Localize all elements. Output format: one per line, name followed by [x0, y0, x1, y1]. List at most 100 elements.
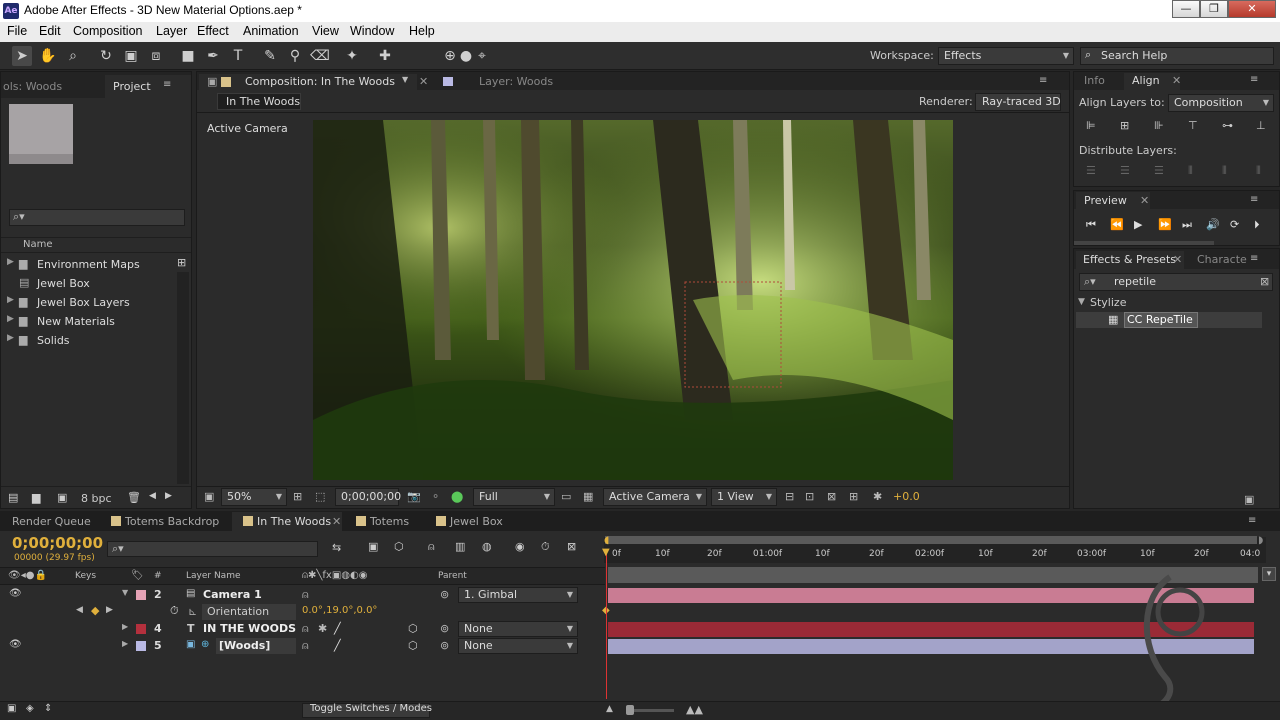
- property-row[interactable]: ◀ ◆ ▶ ⏱ ⊾ Orientation 0.0°,19.0°,0.0°: [0, 604, 605, 621]
- live-update-icon[interactable]: ▣: [368, 540, 378, 553]
- panel-menu-icon[interactable]: ≡: [1250, 74, 1258, 85]
- close-window-button[interactable]: ✕: [1228, 0, 1276, 18]
- panel-menu-icon[interactable]: ≡: [1039, 75, 1047, 86]
- new-bin-icon[interactable]: ▣: [1244, 493, 1254, 506]
- visibility-eye-icon[interactable]: 👁: [9, 588, 22, 599]
- expand-triangle-icon[interactable]: ▶: [7, 257, 14, 267]
- layer-label-color[interactable]: [136, 641, 146, 651]
- tab-character[interactable]: Characte: [1197, 253, 1247, 266]
- eraser-tool-icon[interactable]: ⌫: [310, 46, 330, 66]
- resolution-dropdown[interactable]: Full: [473, 488, 555, 506]
- list-item[interactable]: ▶ ▆ New Materials: [1, 313, 173, 331]
- close-tab-icon[interactable]: ✕: [1173, 253, 1182, 266]
- preview-scrollbar[interactable]: [1074, 241, 1214, 245]
- distribute-right-icon[interactable]: ⦀: [1256, 164, 1261, 178]
- tab-composition[interactable]: Composition: In The Woods: [245, 75, 395, 88]
- layer-row[interactable]: 👁 ▶ 5 ▣ ⊕ [Woods] ⍝ ╱ ⬡ ⊚ None: [0, 638, 605, 655]
- close-tab-icon[interactable]: ✕: [1172, 74, 1181, 87]
- effects-search-input[interactable]: [1079, 273, 1273, 291]
- show-snapshot-icon[interactable]: ⚬: [431, 490, 440, 503]
- align-right-icon[interactable]: ⊪: [1154, 119, 1164, 132]
- expand-triangle-icon[interactable]: ▶: [7, 333, 14, 343]
- scroll-left-icon[interactable]: ◀: [149, 491, 156, 501]
- align-bottom-icon[interactable]: ⊥: [1256, 119, 1266, 132]
- next-keyframe-icon[interactable]: ▶: [106, 605, 113, 615]
- zoom-in-timeline-icon[interactable]: ▲▲: [686, 703, 703, 716]
- work-area-bar[interactable]: [605, 536, 1257, 544]
- reset-exposure-icon[interactable]: ✱: [873, 490, 882, 503]
- bit-depth-label[interactable]: 8 bpc: [81, 492, 112, 505]
- quality-switch-icon[interactable]: ╱: [334, 622, 341, 635]
- playhead-icon[interactable]: ▼: [602, 547, 610, 558]
- menu-animation[interactable]: Animation: [243, 24, 299, 38]
- number-header[interactable]: #: [154, 571, 162, 581]
- menu-window[interactable]: Window: [350, 24, 394, 38]
- list-item[interactable]: ▶ ▆ Jewel Box Layers: [1, 294, 173, 312]
- align-to-dropdown[interactable]: Composition: [1168, 94, 1274, 112]
- mask-visibility-icon[interactable]: ⬚: [315, 490, 325, 503]
- trash-icon[interactable]: 🗑: [127, 491, 141, 504]
- collapse-switch-icon[interactable]: ✱: [318, 622, 327, 635]
- expand-layer-switches-icon[interactable]: ▣: [7, 703, 16, 714]
- draft-3d-icon[interactable]: ⬡: [394, 540, 404, 553]
- shy-switch-icon[interactable]: ⍝: [302, 622, 309, 636]
- menu-composition[interactable]: Composition: [73, 24, 142, 38]
- channel-color-icon[interactable]: ⬤: [451, 490, 463, 503]
- category-stylize[interactable]: Stylize: [1090, 296, 1126, 309]
- layer-name[interactable]: [Woods]: [219, 639, 270, 652]
- loop-icon[interactable]: ⟳: [1230, 218, 1239, 231]
- panel-menu-icon[interactable]: ≡: [1250, 253, 1258, 264]
- orientation-value[interactable]: 0.0°,19.0°,0.0°: [302, 605, 377, 616]
- pen-tool-icon[interactable]: ✒: [203, 46, 223, 66]
- 3d-layer-switch-icon[interactable]: ⬡: [408, 639, 418, 652]
- scroll-right-icon[interactable]: ▶: [165, 491, 172, 501]
- tab-totems[interactable]: Totems: [370, 515, 409, 528]
- clone-stamp-tool-icon[interactable]: ⚲: [285, 46, 305, 66]
- 3d-layer-switch-icon[interactable]: ⬡: [408, 622, 418, 635]
- snapshot-camera-icon[interactable]: 📷: [407, 490, 421, 503]
- interpret-footage-icon[interactable]: ▤: [8, 491, 18, 504]
- ram-preview-icon[interactable]: ⏵: [1254, 218, 1260, 232]
- zoom-tool-icon[interactable]: ⌕: [63, 46, 83, 66]
- layer-label-color[interactable]: [136, 624, 146, 634]
- roto-brush-tool-icon[interactable]: ✦: [342, 46, 362, 66]
- transparency-grid-icon[interactable]: ▦: [583, 490, 593, 503]
- brush-tool-icon[interactable]: ✎: [260, 46, 280, 66]
- tab-preview[interactable]: Preview: [1084, 194, 1127, 207]
- previous-frame-icon[interactable]: ⏪: [1110, 218, 1124, 231]
- safe-zones-icon[interactable]: ⊞: [293, 490, 302, 503]
- new-folder-icon[interactable]: ▆: [32, 491, 40, 504]
- play-icon[interactable]: ▶: [1134, 218, 1142, 231]
- minimize-button[interactable]: —: [1172, 0, 1200, 18]
- layer-row[interactable]: 👁 ▼ 2 ▤ Camera 1 ⍝ ⊚ 1. Gimbal: [0, 587, 605, 604]
- layer-name-header[interactable]: Layer Name: [186, 571, 241, 581]
- align-vertical-center-icon[interactable]: ⊶: [1222, 119, 1233, 132]
- first-frame-icon[interactable]: ⏮: [1086, 218, 1096, 232]
- motion-blur-icon[interactable]: ◍: [482, 540, 492, 553]
- project-scrollbar[interactable]: [177, 272, 189, 484]
- next-frame-icon[interactable]: ⏩: [1158, 218, 1172, 231]
- toggle-switches-modes-button[interactable]: Toggle Switches / Modes: [310, 703, 432, 714]
- flowchart-icon[interactable]: ⊞: [177, 256, 186, 269]
- current-time-indicator[interactable]: [606, 549, 607, 699]
- pick-whip-icon[interactable]: ⊚: [440, 588, 449, 601]
- expand-triangle-icon[interactable]: ▶: [122, 622, 128, 631]
- renderer-button[interactable]: Ray-traced 3D: [982, 95, 1061, 108]
- flowchart-icon[interactable]: ⊞: [849, 490, 858, 503]
- close-tab-icon[interactable]: ✕: [1140, 194, 1149, 207]
- type-tool-icon[interactable]: T: [228, 46, 248, 66]
- expand-triangle-icon[interactable]: ▶: [7, 314, 14, 324]
- panel-menu-icon[interactable]: ≡: [1250, 194, 1258, 205]
- parent-dropdown[interactable]: None: [458, 621, 578, 637]
- tab-effects-presets[interactable]: Effects & Presets: [1083, 253, 1176, 266]
- shy-switch-icon[interactable]: ⍝: [302, 639, 309, 653]
- hand-tool-icon[interactable]: ✋: [38, 46, 58, 66]
- expand-triangle-icon[interactable]: ▶: [122, 639, 128, 648]
- pick-whip-icon[interactable]: ⊚: [440, 622, 449, 635]
- hide-shy-layers-icon[interactable]: ⍝: [428, 540, 435, 554]
- layer-name[interactable]: IN THE WOODS: [203, 622, 296, 635]
- tab-totems-backdrop[interactable]: Totems Backdrop: [125, 515, 219, 528]
- auto-keyframe-icon[interactable]: ⏱: [541, 540, 550, 554]
- tab-jewel-box[interactable]: Jewel Box: [450, 515, 503, 528]
- distribute-bottom-icon[interactable]: ☰: [1154, 164, 1164, 177]
